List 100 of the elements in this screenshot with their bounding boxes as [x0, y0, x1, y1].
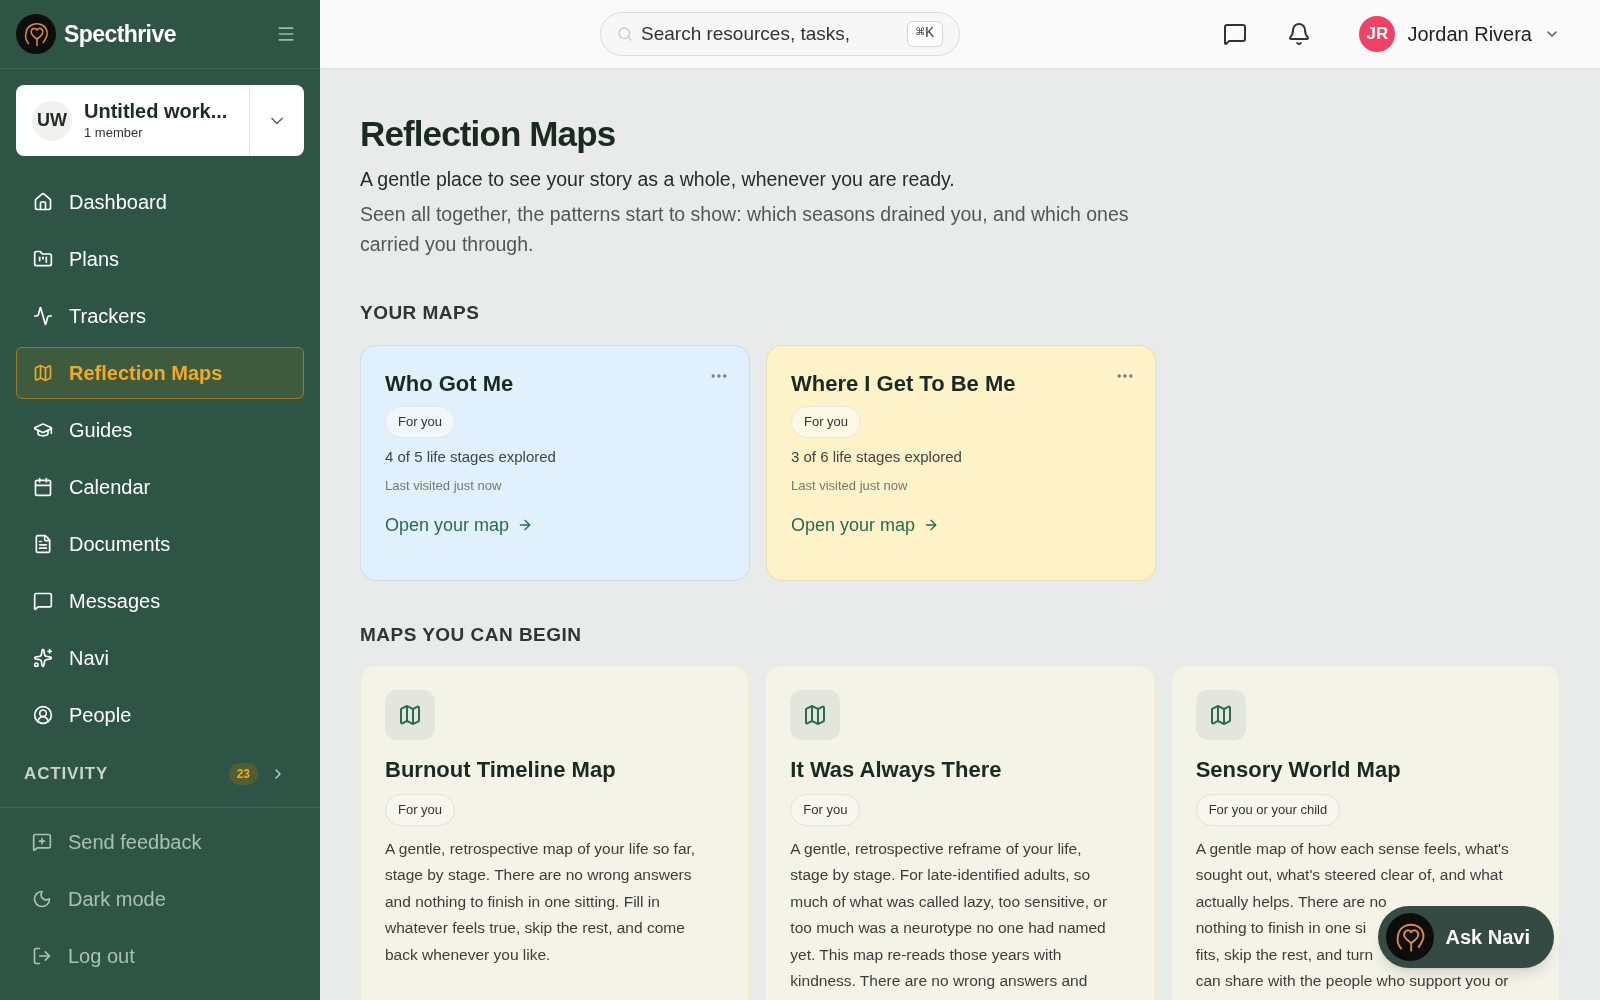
open-map-link[interactable]: Open your map: [791, 511, 940, 539]
map-icon: [398, 703, 422, 727]
nav-label: Trackers: [69, 304, 147, 329]
workspace-name: Untitled work...: [84, 98, 228, 123]
card-title: Burnout Timeline Map: [385, 756, 616, 784]
description-line: kindness. There are no wrong answers and: [790, 971, 1088, 991]
nav-label: Documents: [69, 532, 171, 557]
description-line: stage by stage. There are no wrong answers: [385, 865, 692, 885]
map-icon: [33, 363, 53, 383]
nav-item[interactable]: Trackers: [16, 290, 304, 342]
map-card[interactable]: Who Got Me For you 4 of 5 life stages explored Last visited just now Open your map: [360, 345, 750, 581]
sidebar-action[interactable]: Log out: [16, 929, 304, 982]
description-line: A gentle, retrospective reframe of your life,: [790, 838, 1082, 859]
chat-icon: [33, 591, 53, 611]
member-count: 1 member: [84, 123, 144, 142]
nav-label: Dashboard: [69, 190, 167, 215]
nav-item[interactable]: Navi: [16, 632, 304, 684]
action-label: Send feedback: [68, 829, 202, 855]
progress-text: 4 of 5 life stages explored: [385, 446, 556, 467]
user-menu[interactable]: JR Jordan Rivera: [1359, 16, 1560, 52]
description-line: back whenever you like.: [385, 944, 551, 965]
folder-icon: [33, 249, 53, 269]
brand-name: Specthrive: [64, 19, 176, 49]
visited-text: Last visited just now: [385, 477, 502, 495]
home-icon: [33, 192, 53, 212]
search-input[interactable]: Search resources, tasks,: [641, 19, 899, 49]
action-label: Log out: [68, 943, 135, 969]
nav-item[interactable]: Messages: [16, 575, 304, 627]
workspace-avatar: UW: [32, 100, 72, 141]
nav-item[interactable]: Documents: [16, 518, 304, 570]
sidebar-action[interactable]: Dark mode: [16, 872, 304, 925]
audience-tag: For you: [790, 794, 861, 826]
nav-label: Messages: [69, 589, 161, 614]
user-avatar: JR: [1359, 16, 1396, 52]
page-subtitle: A gentle place to see your story as a whole, whenever you are ready.: [360, 167, 956, 192]
count-badge: 23: [228, 762, 258, 785]
logo-icon: [1385, 913, 1434, 961]
nav-label: Reflection Maps: [69, 361, 223, 386]
user-circle-icon: [33, 705, 53, 725]
map-card[interactable]: Where I Get To Be Me For you 3 of 6 life stages explored Last visited just now Open your map: [766, 345, 1156, 581]
menu-icon[interactable]: [276, 24, 296, 44]
nav-label: People: [69, 703, 132, 728]
nav-label: Calendar: [69, 475, 151, 500]
audience-tag: For you or your child: [1195, 794, 1341, 826]
description-line: can share with the people who support you or: [1195, 971, 1509, 991]
description-line: sought out, what's steered clear of, and what: [1195, 865, 1503, 885]
graduation-cap-icon: [33, 420, 53, 440]
description-line: fits, skip the rest, and turn: [1195, 944, 1374, 965]
audience-tag: For you: [385, 794, 456, 826]
description-line: and nothing to finish in one sitting. Fill in: [385, 891, 660, 912]
open-map-link[interactable]: Open your map: [385, 511, 534, 539]
audience-tag: For you: [385, 406, 456, 438]
progress-text: 3 of 6 life stages explored: [791, 446, 962, 467]
section-label: ACTIVITY: [24, 763, 109, 785]
nav-item[interactable]: Reflection Maps: [16, 347, 304, 399]
map-template-card[interactable]: [1170, 665, 1560, 1000]
user-name: Jordan Rivera: [1407, 22, 1532, 47]
moon-icon: [32, 888, 52, 909]
description-line: much of what was called lazy, too sensitive, or: [790, 891, 1108, 912]
pulse-icon: [33, 306, 53, 326]
description-line: yet. This map re-reads those years with: [790, 944, 1062, 965]
audience-tag: For you: [791, 406, 862, 438]
card-title: Who Got Me: [385, 370, 514, 398]
sparkles-icon: [33, 648, 53, 668]
section-heading: YOUR MAPS: [360, 301, 481, 325]
chat-icon[interactable]: [1223, 22, 1248, 46]
description-line: whatever feels true, skip the rest, and come: [385, 918, 685, 938]
shortcut-key: ⌘K: [906, 20, 943, 48]
map-template-card[interactable]: [765, 665, 1155, 1000]
description-line: A gentle map of how each sense feels, what's: [1195, 838, 1509, 859]
page-intro: Seen all together, the patterns start to show: which seasons drained you, and which ones carried you through.: [360, 202, 1130, 257]
description-line: nothing to finish in one si: [1195, 918, 1367, 938]
map-icon: [1208, 703, 1233, 727]
page-title: Reflection Maps: [360, 113, 617, 155]
map-template-card[interactable]: [360, 665, 750, 1000]
visited-text: Last visited just now: [791, 477, 908, 495]
nav-item[interactable]: Calendar: [16, 461, 304, 513]
search-field[interactable]: Search resources, tasks, ⌘K: [600, 12, 960, 56]
card-title: Where I Get To Be Me: [791, 370, 1016, 398]
calendar-icon: [33, 477, 53, 497]
nav-label: Navi: [69, 646, 109, 671]
description-line: too much was a neurotype no one had named: [790, 918, 1106, 938]
nav-item[interactable]: Plans: [16, 233, 304, 285]
bell-icon[interactable]: [1287, 22, 1312, 46]
card-title: It Was Always There: [790, 756, 1002, 784]
nav-item[interactable]: Guides: [16, 404, 304, 456]
card-title: Sensory World Map: [1195, 756, 1401, 784]
nav-item[interactable]: Dashboard: [16, 176, 304, 228]
feedback-icon: [32, 831, 52, 852]
nav-item[interactable]: People: [16, 689, 304, 741]
nav-label: Plans: [69, 247, 120, 272]
logo-icon: [16, 14, 56, 54]
sidebar-action[interactable]: Send feedback: [16, 815, 304, 868]
description-line: A gentle, retrospective map of your life so far,: [385, 838, 696, 859]
description-line: stage by stage. For late-identified adults, so: [790, 865, 1091, 885]
document-icon: [33, 534, 53, 554]
map-icon: [803, 703, 828, 727]
search-icon: [617, 26, 633, 42]
section-heading: MAPS YOU CAN BEGIN: [360, 623, 583, 647]
ask-navi-button[interactable]: Ask Navi: [1377, 906, 1554, 968]
